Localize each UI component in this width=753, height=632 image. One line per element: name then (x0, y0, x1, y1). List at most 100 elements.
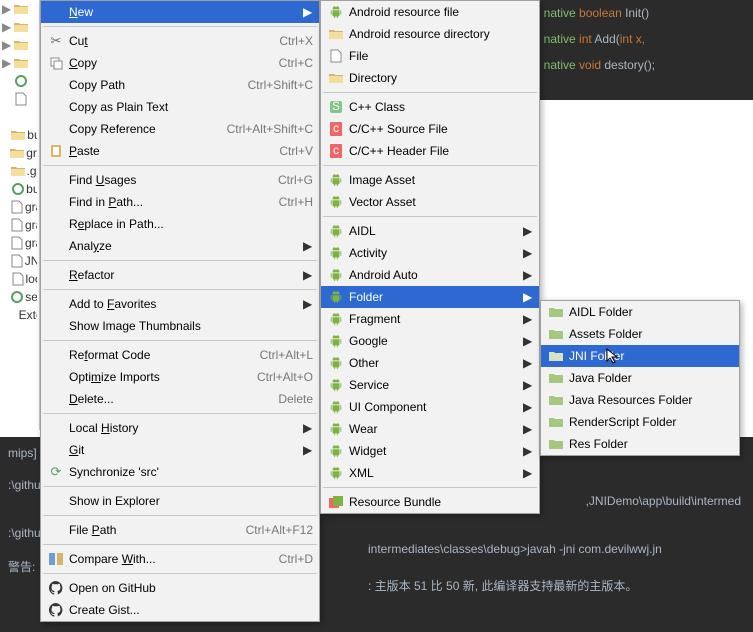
menu-item-assets-folder[interactable]: Assets Folder (541, 323, 739, 345)
menu-item-create-gist[interactable]: Create Gist... (41, 599, 319, 621)
menu-item-show-image-thumbnails[interactable]: Show Image Thumbnails (41, 315, 319, 337)
tree-arrow-icon: ▶ (2, 20, 12, 34)
menu-item-new[interactable]: New▶ (41, 1, 319, 23)
menu-item-c-class[interactable]: SC++ Class (321, 96, 539, 118)
tree-item[interactable]: ▶ (0, 54, 39, 72)
copy-icon (47, 55, 65, 71)
menu-item-java-resources-folder[interactable]: Java Resources Folder (541, 389, 739, 411)
menu-item-vector-asset[interactable]: Vector Asset (321, 191, 539, 213)
menu-item-other[interactable]: Other▶ (321, 352, 539, 374)
menu-shortcut: Ctrl+X (271, 34, 313, 48)
menu-item-label: Android Auto (345, 268, 523, 282)
menu-item-label: Java Resources Folder (565, 393, 733, 407)
menu-item-file[interactable]: File (321, 45, 539, 67)
menu-item-delete[interactable]: Delete...Delete (41, 388, 319, 410)
menu-item-reformat-code[interactable]: Reformat CodeCtrl+Alt+L (41, 344, 319, 366)
menu-item-label: XML (345, 466, 523, 480)
menu-item-find-usages[interactable]: Find UsagesCtrl+G (41, 169, 319, 191)
menu-item-c-c-header-file[interactable]: cC/C++ Header File (321, 140, 539, 162)
blank-icon (47, 493, 65, 509)
menu-item-replace-in-path[interactable]: Replace in Path... (41, 213, 319, 235)
menu-item-jni-folder[interactable]: JNI Folder (541, 345, 739, 367)
menu-item-copy-reference[interactable]: Copy ReferenceCtrl+Alt+Shift+C (41, 118, 319, 140)
tree-item[interactable]: gra (0, 144, 39, 162)
menu-item-label: Other (345, 356, 523, 370)
menu-item-git[interactable]: Git▶ (41, 439, 319, 461)
menu-item-label: Reformat Code (65, 348, 252, 362)
menu-item-android-resource-file[interactable]: Android resource file (321, 1, 539, 23)
menu-separator (43, 340, 317, 341)
submenu-arrow-icon: ▶ (523, 444, 533, 458)
menu-item-service[interactable]: Service▶ (321, 374, 539, 396)
menu-item-ui-component[interactable]: UI Component▶ (321, 396, 539, 418)
menu-item-copy[interactable]: CopyCtrl+C (41, 52, 319, 74)
file-icon (327, 48, 345, 64)
menu-item-google[interactable]: Google▶ (321, 330, 539, 352)
menu-item-resource-bundle[interactable]: Resource Bundle (321, 491, 539, 513)
menu-item-synchronize-src[interactable]: ⟳Synchronize 'src' (41, 461, 319, 483)
menu-item-refactor[interactable]: Refactor▶ (41, 264, 319, 286)
menu-item-cut[interactable]: ✂CutCtrl+X (41, 30, 319, 52)
menu-item-show-in-explorer[interactable]: Show in Explorer (41, 490, 319, 512)
menu-item-wear[interactable]: Wear▶ (321, 418, 539, 440)
menu-item-paste[interactable]: PasteCtrl+V (41, 140, 319, 162)
folder-icon (327, 26, 345, 42)
menu-item-android-auto[interactable]: Android Auto▶ (321, 264, 539, 286)
blank-icon (47, 420, 65, 436)
menu-item-find-in-path[interactable]: Find in Path...Ctrl+H (41, 191, 319, 213)
menu-item-xml[interactable]: XML▶ (321, 462, 539, 484)
tree-item[interactable]: loc (0, 270, 39, 288)
menu-item-local-history[interactable]: Local History▶ (41, 417, 319, 439)
tree-item[interactable]: gra (0, 216, 39, 234)
menu-item-optimize-imports[interactable]: Optimize ImportsCtrl+Alt+O (41, 366, 319, 388)
menu-item-label: Folder (345, 290, 523, 304)
bundle-icon (327, 494, 345, 510)
submenu-new[interactable]: Android resource fileAndroid resource di… (320, 0, 540, 514)
menu-item-res-folder[interactable]: Res Folder (541, 433, 739, 455)
menu-item-copy-as-plain-text[interactable]: Copy as Plain Text (41, 96, 319, 118)
menu-item-image-asset[interactable]: Image Asset (321, 169, 539, 191)
submenu-folder[interactable]: AIDL FolderAssets FolderJNI FolderJava F… (540, 300, 740, 456)
tree-item[interactable]: ▶ (0, 0, 39, 18)
project-tree[interactable]: ▶▶▶▶bugra.gitbugragragraJNIlocsetExtern (0, 0, 40, 430)
tree-arrow-icon: ▶ (2, 2, 12, 16)
menu-separator (43, 165, 317, 166)
menu-item-widget[interactable]: Widget▶ (321, 440, 539, 462)
context-menu-primary[interactable]: New▶ ✂CutCtrl+XCopyCtrl+CCopy PathCtrl+Sh… (40, 0, 320, 622)
tree-item[interactable] (0, 108, 39, 126)
blank-icon (47, 216, 65, 232)
tree-item[interactable]: JNI (0, 252, 39, 270)
tree-item[interactable]: gra (0, 198, 39, 216)
menu-item-android-resource-directory[interactable]: Android resource directory (321, 23, 539, 45)
menu-item-add-to-favorites[interactable]: Add to Favorites▶ (41, 293, 319, 315)
menu-item-aidl[interactable]: AIDL▶ (321, 220, 539, 242)
menu-item-file-path[interactable]: File PathCtrl+Alt+F12 (41, 519, 319, 541)
menu-item-java-folder[interactable]: Java Folder (541, 367, 739, 389)
menu-item-fragment[interactable]: Fragment▶ (321, 308, 539, 330)
tree-item[interactable]: ▶ (0, 36, 39, 54)
menu-item-activity[interactable]: Activity▶ (321, 242, 539, 264)
menu-item-open-on-github[interactable]: Open on GitHub (41, 577, 319, 599)
submenu-arrow-icon: ▶ (523, 356, 533, 370)
menu-item-directory[interactable]: Directory (321, 67, 539, 89)
tree-item[interactable]: gra (0, 234, 39, 252)
tree-item[interactable] (0, 90, 39, 108)
menu-item-renderscript-folder[interactable]: RenderScript Folder (541, 411, 739, 433)
menu-item-folder[interactable]: Folder▶ (321, 286, 539, 308)
submenu-arrow-icon: ▶ (523, 268, 533, 282)
menu-item-copy-path[interactable]: Copy PathCtrl+Shift+C (41, 74, 319, 96)
tree-item[interactable]: .git (0, 162, 39, 180)
tree-item[interactable]: ▶ (0, 18, 39, 36)
svg-text:c: c (333, 144, 339, 157)
tree-item[interactable]: bu (0, 180, 39, 198)
menu-separator (43, 413, 317, 414)
menu-item-aidl-folder[interactable]: AIDL Folder (541, 301, 739, 323)
menu-item-c-c-source-file[interactable]: cC/C++ Source File (321, 118, 539, 140)
tree-item[interactable] (0, 72, 39, 90)
tree-item[interactable]: set (0, 288, 39, 306)
submenu-arrow-icon: ▶ (523, 290, 533, 304)
menu-item-compare-with[interactable]: Compare With...Ctrl+D (41, 548, 319, 570)
menu-item-analyze[interactable]: Analyze▶ (41, 235, 319, 257)
tree-item[interactable]: bu (0, 126, 39, 144)
tree-item[interactable]: Extern (0, 306, 39, 324)
